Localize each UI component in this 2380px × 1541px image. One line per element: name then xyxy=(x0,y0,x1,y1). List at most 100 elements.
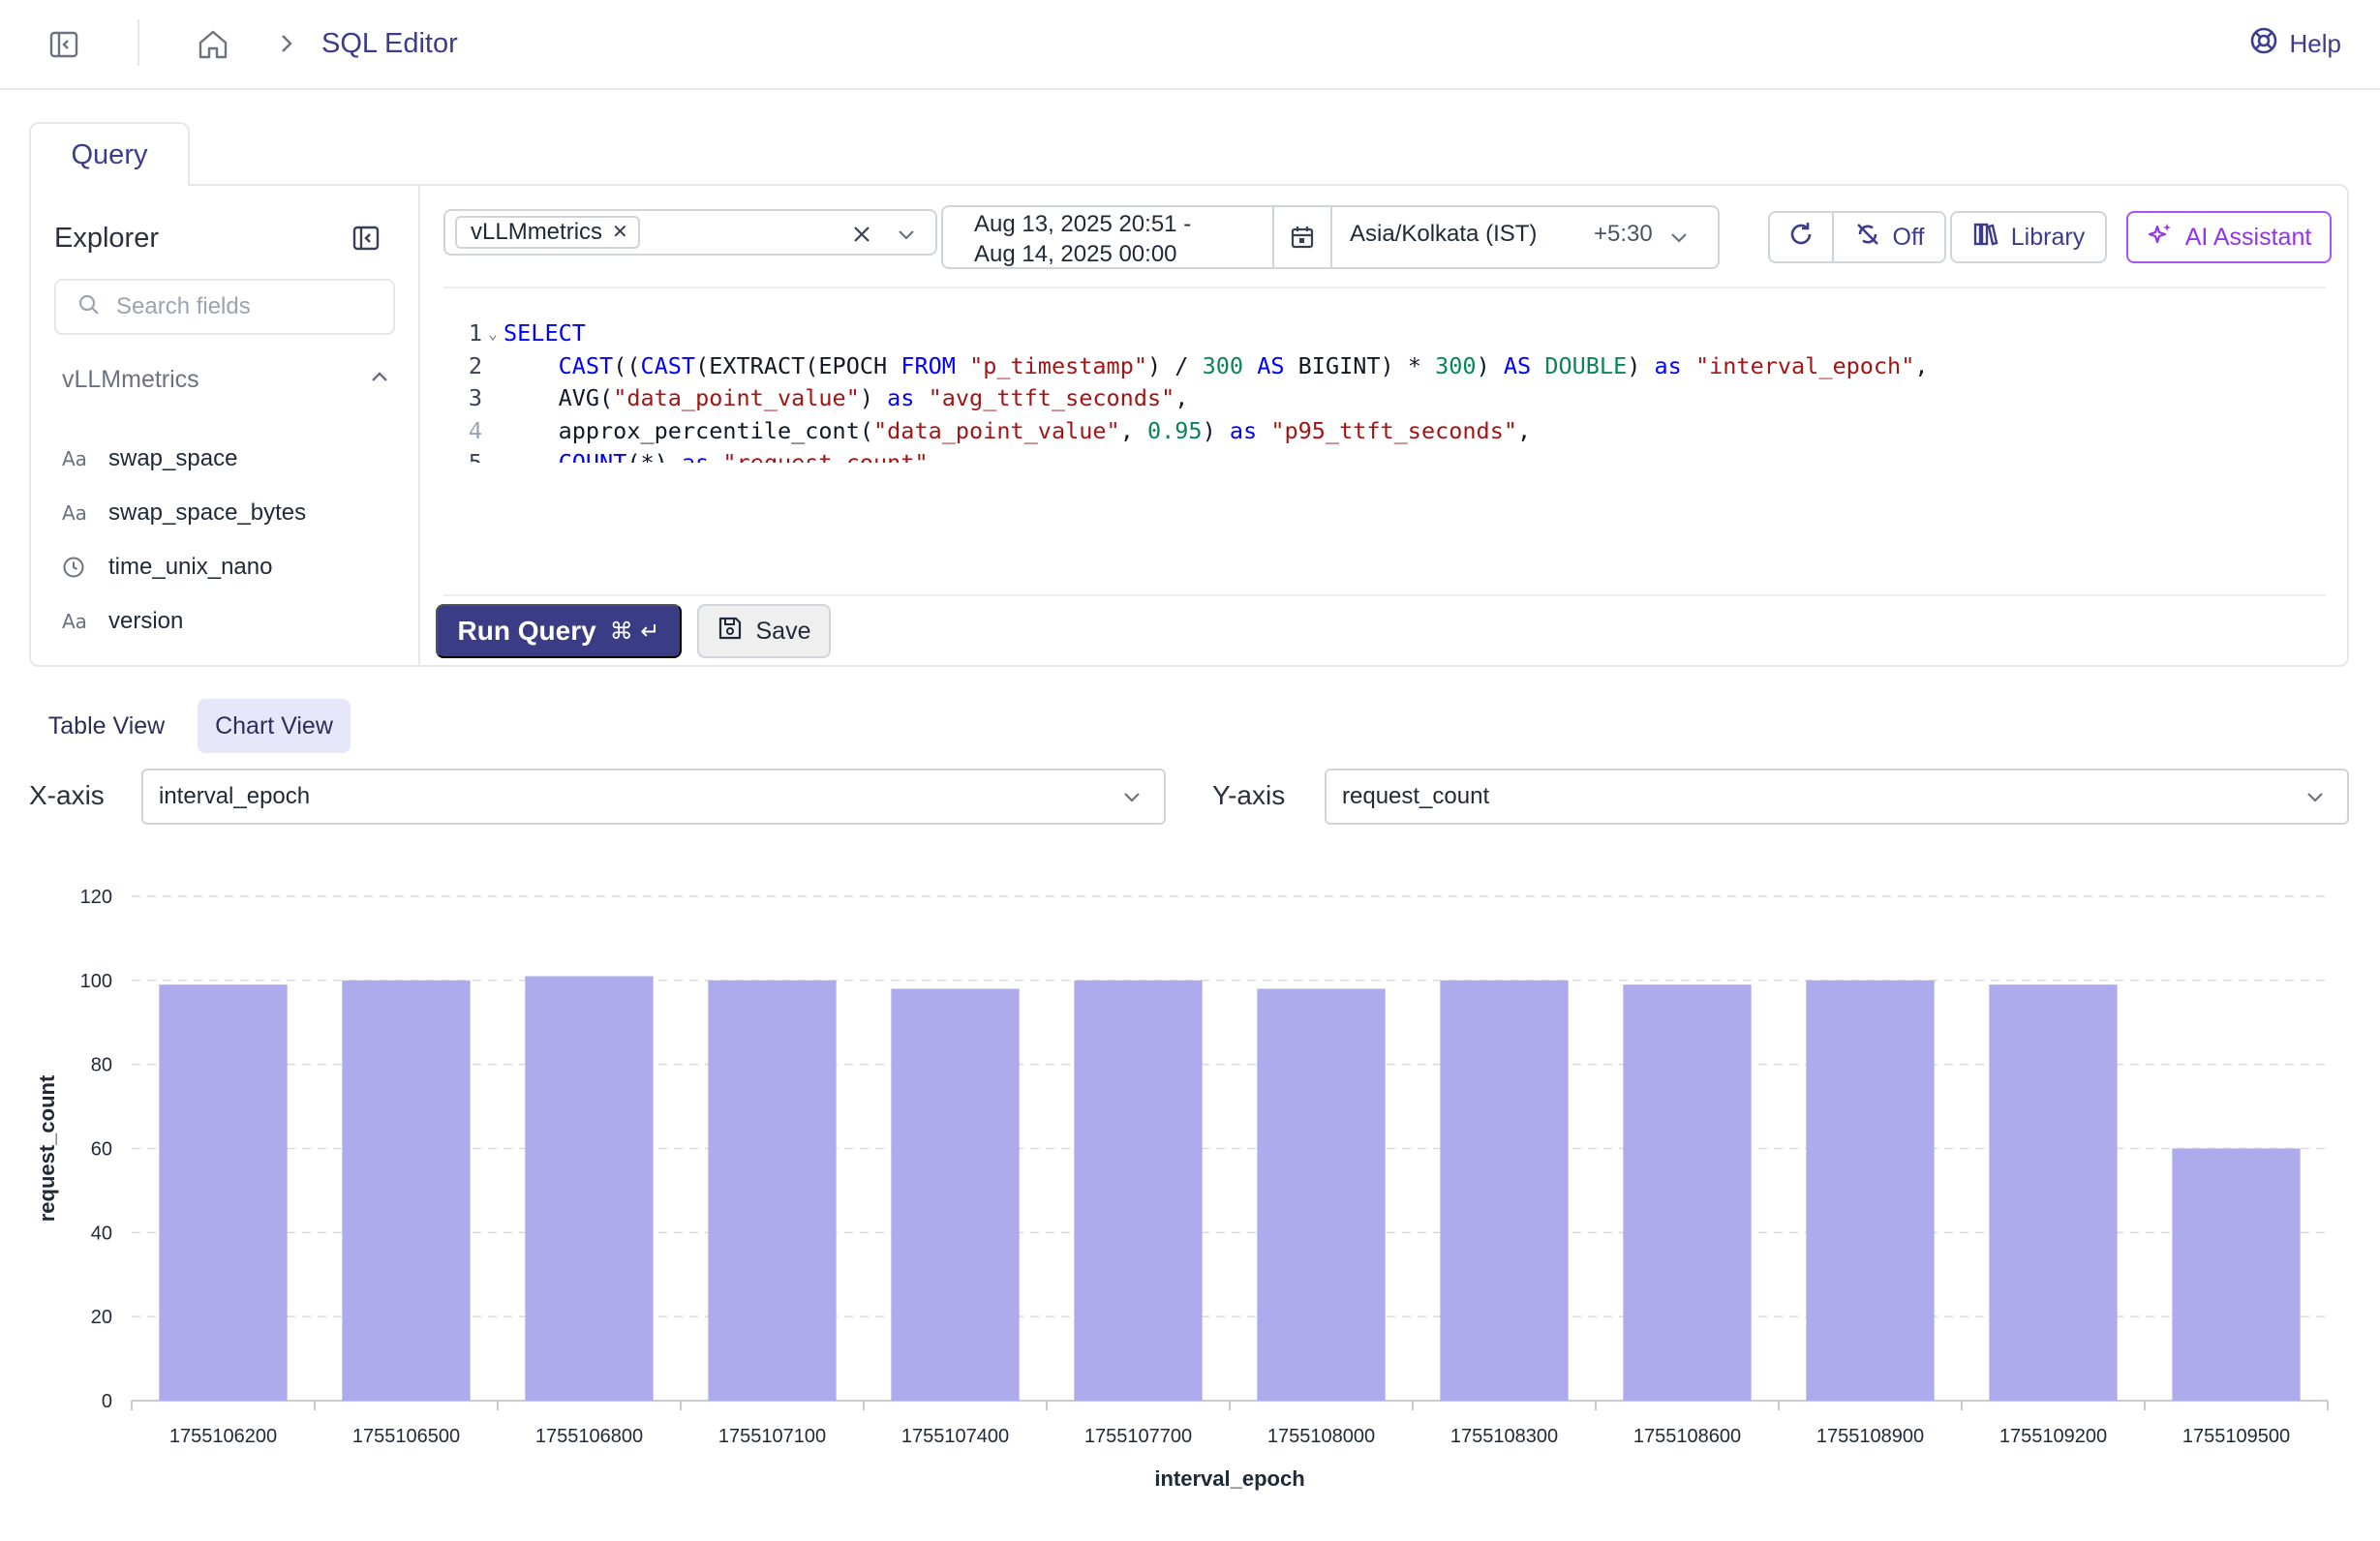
code-text: SELECT xyxy=(503,319,586,347)
y-axis-label: Y-axis xyxy=(1212,780,1286,810)
x-tick-label: 1755109200 xyxy=(1999,1426,2107,1447)
x-axis-label: X-axis xyxy=(29,780,105,810)
x-tick-label: 1755107400 xyxy=(901,1426,1009,1447)
y-tick-label: 40 xyxy=(91,1223,112,1244)
time-range-start: Aug 13, 2025 20:51 - xyxy=(974,211,1192,237)
code-line[interactable]: 1 ⌄ SELECT xyxy=(443,317,2326,350)
clear-icon[interactable] xyxy=(848,221,875,248)
chevron-up-icon[interactable] xyxy=(368,366,391,394)
library-label: Library xyxy=(2010,223,2086,251)
timezone-label[interactable]: Asia/Kolkata (IST) xyxy=(1350,221,1537,248)
editor-area: vLLMmetrics ✕ Aug 13, 2025 20:51 - Aug 1… xyxy=(420,186,2347,665)
field-name: swap_space_bytes xyxy=(108,499,307,526)
editor-divider xyxy=(443,287,2326,288)
field-item[interactable]: Aa swap_space xyxy=(62,432,401,486)
text-type-icon: Aa xyxy=(62,447,87,470)
fold-gutter xyxy=(482,447,503,463)
auto-refresh-label: Off xyxy=(1892,223,1925,251)
code-line[interactable]: 2 CAST((CAST(EXTRACT(EPOCH FROM "p_times… xyxy=(443,350,2326,383)
stream-group-header[interactable]: vLLMmetrics xyxy=(62,360,391,399)
home-icon[interactable] xyxy=(194,25,232,64)
bar xyxy=(1989,984,2118,1401)
time-range-end: Aug 14, 2025 00:00 xyxy=(974,241,1177,267)
tab-query[interactable]: Query xyxy=(29,122,190,186)
chevron-down-icon[interactable] xyxy=(2303,784,2328,809)
line-number: 2 xyxy=(468,351,482,379)
tab-table-view[interactable]: Table View xyxy=(29,699,184,753)
x-tick-label: 1755107700 xyxy=(1084,1426,1192,1447)
refresh-off-icon xyxy=(1854,221,1881,255)
fold-gutter xyxy=(482,415,503,448)
field-name: swap_space xyxy=(108,445,238,471)
x-axis-value: interval_epoch xyxy=(159,783,311,809)
x-axis-select[interactable]: interval_epoch xyxy=(141,769,1166,825)
code-line[interactable]: 3 AVG("data_point_value") as "avg_ttft_s… xyxy=(443,382,2326,415)
bar xyxy=(2172,1148,2301,1401)
auto-refresh-button[interactable]: Off xyxy=(1832,211,1946,263)
bar xyxy=(1440,980,1569,1401)
field-item[interactable]: time_unix_nano xyxy=(62,540,401,594)
field-item[interactable]: Aa swap_space_bytes xyxy=(62,486,401,540)
chart-svg: 0 20 40 60 80 100 120 1755106200 1755106500 17551… xyxy=(35,887,2329,1491)
y-tick-label: 60 xyxy=(91,1139,112,1161)
code-line[interactable]: 4 approx_percentile_cont("data_point_val… xyxy=(443,415,2326,448)
timezone-chevron-down-icon[interactable] xyxy=(1665,224,1693,251)
editor-divider xyxy=(443,594,2326,596)
remove-chip-icon[interactable]: ✕ xyxy=(612,223,628,242)
field-list: Aa swap_space Aa swap_space_bytes time_u… xyxy=(62,432,401,649)
collapse-explorer-icon[interactable] xyxy=(351,223,381,254)
save-button[interactable]: Save xyxy=(697,604,831,658)
run-shortcut: ⌘ ↵ xyxy=(609,618,660,645)
tab-chart-view[interactable]: Chart View xyxy=(198,699,351,753)
bar xyxy=(1074,980,1203,1401)
top-bar: SQL Editor Help xyxy=(0,0,2380,90)
stream-selector[interactable]: vLLMmetrics ✕ xyxy=(443,209,937,256)
x-tick-label: 1755106500 xyxy=(352,1426,460,1447)
run-query-button[interactable]: Run Query ⌘ ↵ xyxy=(436,604,682,658)
line-number: 1 xyxy=(468,319,482,347)
field-name: version xyxy=(108,608,184,634)
refresh-button[interactable] xyxy=(1768,211,1834,263)
sidebar-toggle-icon[interactable] xyxy=(46,27,81,62)
code-text: AVG("data_point_value") as "avg_ttft_sec… xyxy=(503,384,1189,412)
chevron-down-icon[interactable] xyxy=(1119,784,1144,809)
code-text: approx_percentile_cont("data_point_value… xyxy=(503,416,1532,444)
fold-chevron-icon[interactable]: ⌄ xyxy=(482,317,503,350)
save-icon xyxy=(717,616,743,648)
library-button[interactable]: Library xyxy=(1950,211,2107,263)
line-number: 3 xyxy=(468,384,482,412)
calendar-icon[interactable] xyxy=(1272,207,1332,267)
line-number: 5 xyxy=(443,447,482,463)
breadcrumb-title[interactable]: SQL Editor xyxy=(321,25,458,62)
help-button[interactable]: Help xyxy=(2249,25,2341,62)
sparkles-icon xyxy=(2147,221,2174,255)
x-tick-label: 1755108900 xyxy=(1816,1426,1924,1447)
query-panel: Explorer vLLMmetrics Aa swap_space Aa sw… xyxy=(29,184,2349,667)
stream-chip[interactable]: vLLMmetrics ✕ xyxy=(455,216,640,249)
y-axis-select[interactable]: request_count xyxy=(1325,769,2349,825)
x-tick-label: 1755107100 xyxy=(718,1426,826,1447)
chevron-down-icon[interactable] xyxy=(893,221,920,248)
time-range-picker[interactable]: Aug 13, 2025 20:51 - Aug 14, 2025 00:00 … xyxy=(941,205,1720,269)
text-type-icon: Aa xyxy=(62,610,87,633)
code-line[interactable]: 5 COUNT(*) as "request_count" xyxy=(443,447,2326,463)
x-tick-label: 1755108300 xyxy=(1450,1426,1558,1447)
bar xyxy=(159,984,288,1401)
bar xyxy=(525,976,654,1401)
y-axis-title: request_count xyxy=(35,1074,59,1222)
text-type-icon: Aa xyxy=(62,501,87,525)
sql-code-editor[interactable]: 1 ⌄ SELECT 2 CAST((CAST(EXTRACT(EPOCH FROM … xyxy=(443,317,2326,463)
field-search[interactable] xyxy=(54,279,395,335)
ai-assistant-button[interactable]: AI Assistant xyxy=(2126,211,2332,263)
bar xyxy=(891,988,1020,1401)
time-range-text[interactable]: Aug 13, 2025 20:51 - Aug 14, 2025 00:00 xyxy=(974,209,1191,269)
bar xyxy=(1623,984,1752,1401)
ai-assistant-label: AI Assistant xyxy=(2184,223,2312,251)
help-lifebuoy-icon xyxy=(2249,26,2278,62)
fold-gutter xyxy=(482,350,503,383)
fold-gutter xyxy=(482,382,503,415)
y-tick-label: 100 xyxy=(80,971,112,992)
code-text: COUNT(*) as "request_count" xyxy=(503,447,929,463)
search-fields-input[interactable] xyxy=(116,293,368,320)
field-item[interactable]: Aa version xyxy=(62,594,401,649)
